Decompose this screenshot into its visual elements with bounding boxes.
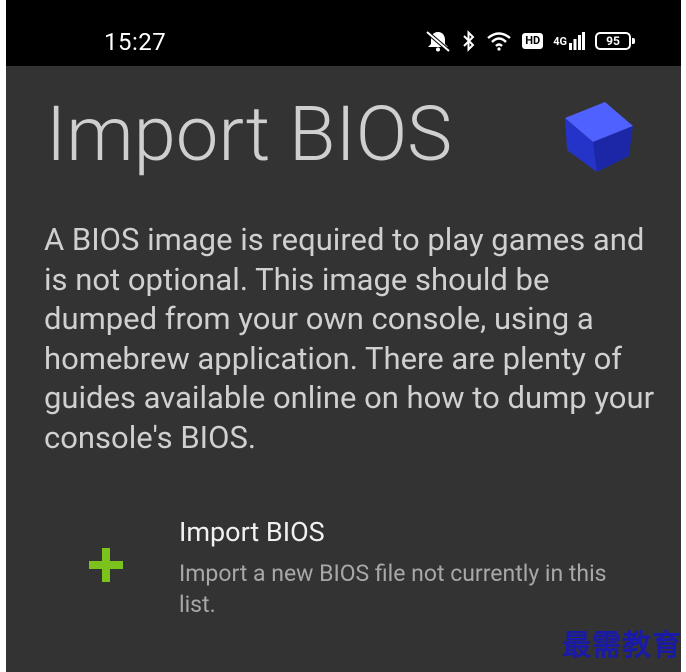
import-bios-title: Import BIOS xyxy=(179,516,325,548)
cellular-signal-icon: 4G xyxy=(553,32,585,50)
page-description: A BIOS image is required to play games a… xyxy=(44,221,655,456)
import-bios-subtitle: Import a new BIOS file not currently in … xyxy=(179,560,607,618)
network-type-label: 4G xyxy=(553,34,567,48)
page-title: Import BIOS xyxy=(46,89,453,179)
silent-mode-icon xyxy=(424,30,452,52)
cube-icon xyxy=(565,102,633,172)
import-bios-item[interactable]: Import BIOS Import a new BIOS file not c… xyxy=(66,506,666,618)
battery-icon: 95 xyxy=(595,32,635,50)
status-icons: HD 4G 95 xyxy=(424,30,635,52)
status-time: 15:27 xyxy=(104,28,167,56)
wifi-icon xyxy=(486,31,512,51)
bluetooth-icon xyxy=(462,30,476,52)
status-bar: 15:27 HD 4G 95 xyxy=(6,0,681,66)
plus-icon xyxy=(89,548,123,582)
main-content: Import BIOS A BIOS image is required to … xyxy=(6,66,681,672)
watermark: 最需教育 xyxy=(561,628,682,662)
hd-icon: HD xyxy=(522,33,544,49)
